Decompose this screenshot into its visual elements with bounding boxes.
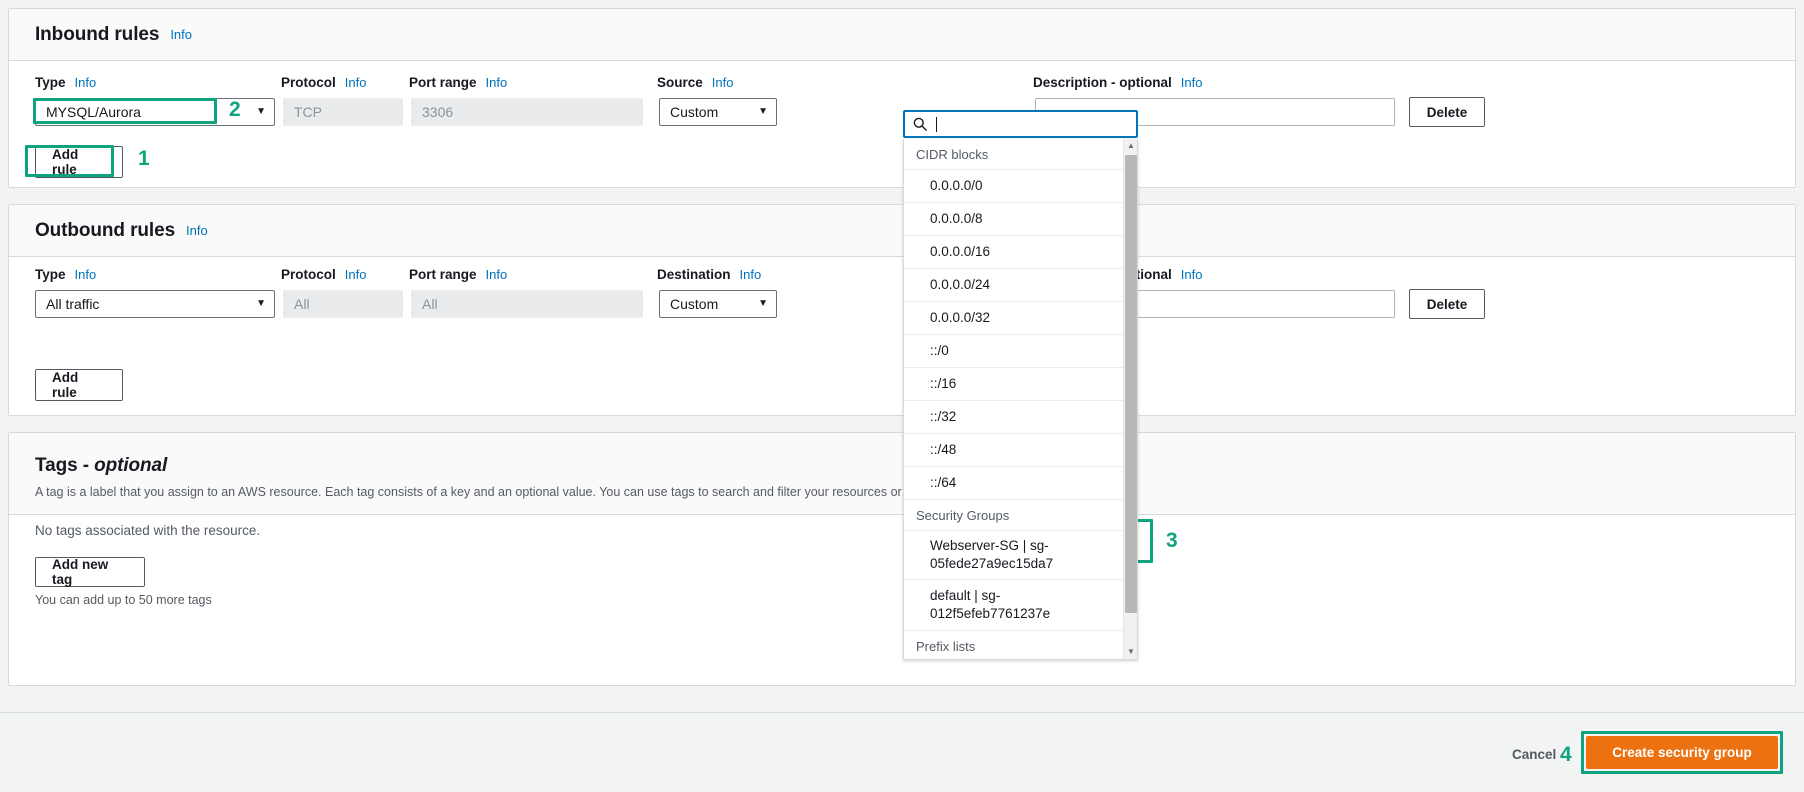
outbound-type-label: Type Info: [35, 267, 97, 282]
chevron-down-icon: ▼: [758, 298, 768, 309]
inbound-source-label: Source Info: [657, 75, 734, 90]
option-item[interactable]: 0.0.0.0/0: [904, 170, 1125, 203]
outbound-delete-button[interactable]: Delete: [1409, 289, 1485, 319]
source-search-input[interactable]: [937, 115, 1128, 133]
chevron-down-icon: ▼: [256, 106, 266, 117]
option-group-cidr-blocks: CIDR blocks: [904, 139, 1125, 170]
tags-empty-text: No tags associated with the resource.: [35, 523, 261, 538]
inbound-description-label: Description - optional Info: [1033, 75, 1203, 90]
outbound-type-select[interactable]: All traffic ▼: [35, 290, 275, 318]
outbound-protocol-value: All: [294, 296, 310, 312]
inbound-protocol-label: Protocol Info: [281, 75, 367, 90]
option-item-default-sg[interactable]: default | sg-012f5efeb7761237e: [904, 580, 1125, 631]
option-item-webserver-sg[interactable]: Webserver-SG | sg-05fede27a9ec15da7: [904, 531, 1125, 580]
option-item[interactable]: ::/32: [904, 401, 1125, 434]
tags-title-row: Tags - optional: [35, 455, 1769, 477]
step-number-3: 3: [1166, 529, 1178, 552]
outbound-port-label: Port range Info: [409, 267, 508, 282]
inbound-port-info-link[interactable]: Info: [486, 75, 508, 90]
option-item[interactable]: 0.0.0.0/16: [904, 236, 1125, 269]
inbound-port-value: 3306: [422, 104, 454, 120]
security-group-form-page: Inbound rules Info Type Info Protocol In…: [0, 0, 1804, 792]
create-security-group-button[interactable]: Create security group: [1586, 736, 1778, 769]
dropdown-scrollbar[interactable]: ▲ ▼: [1123, 139, 1137, 659]
outbound-port-value: All: [422, 296, 438, 312]
chevron-down-icon: ▼: [256, 298, 266, 309]
inbound-add-rule-button[interactable]: Add rule: [35, 146, 123, 178]
cancel-button[interactable]: Cancel: [1512, 747, 1556, 762]
outbound-protocol-field: All: [283, 290, 403, 318]
step-number-1: 1: [138, 147, 150, 170]
outbound-port-info-link[interactable]: Info: [486, 267, 508, 282]
scroll-down-arrow[interactable]: ▼: [1124, 645, 1137, 659]
source-search-box[interactable]: [903, 110, 1138, 138]
inbound-protocol-info-link[interactable]: Info: [345, 75, 367, 90]
inbound-protocol-field: TCP: [283, 98, 403, 126]
source-options-scrollpane: CIDR blocks 0.0.0.0/0 0.0.0.0/8 0.0.0.0/…: [904, 139, 1125, 659]
tags-header: Tags - optional A tag is a label that yo…: [9, 433, 1795, 515]
source-options-list: CIDR blocks 0.0.0.0/0 0.0.0.0/8 0.0.0.0/…: [903, 139, 1138, 660]
inbound-rules-title: Inbound rules: [35, 23, 160, 45]
outbound-description-info-link[interactable]: Info: [1181, 267, 1203, 282]
outbound-type-info-link[interactable]: Info: [75, 267, 97, 282]
inbound-source-mode-value: Custom: [670, 104, 719, 120]
option-item[interactable]: ::/0: [904, 335, 1125, 368]
scrollbar-thumb[interactable]: [1125, 155, 1137, 613]
option-item[interactable]: ::/64: [904, 467, 1125, 500]
tags-card: Tags - optional A tag is a label that yo…: [8, 432, 1796, 686]
inbound-port-field: 3306: [411, 98, 643, 126]
outbound-port-field: All: [411, 290, 643, 318]
option-item[interactable]: 0.0.0.0/32: [904, 302, 1125, 335]
outbound-rules-info-link[interactable]: Info: [186, 223, 208, 238]
inbound-protocol-value: TCP: [294, 104, 322, 120]
step-number-4: 4: [1560, 743, 1572, 766]
inbound-type-value: MYSQL/Aurora: [46, 104, 141, 120]
option-item[interactable]: ::/48: [904, 434, 1125, 467]
option-group-prefix-lists: Prefix lists: [904, 631, 1125, 659]
option-item[interactable]: 0.0.0.0/8: [904, 203, 1125, 236]
outbound-rules-header: Outbound rules Info: [9, 205, 1795, 257]
inbound-rules-header: Inbound rules Info: [9, 9, 1795, 61]
inbound-rules-card: Inbound rules Info Type Info Protocol In…: [8, 8, 1796, 188]
option-item[interactable]: 0.0.0.0/24: [904, 269, 1125, 302]
option-item[interactable]: ::/16: [904, 368, 1125, 401]
inbound-source-mode-select[interactable]: Custom ▼: [659, 98, 777, 126]
outbound-destination-mode-select[interactable]: Custom ▼: [659, 290, 777, 318]
outbound-destination-info-link[interactable]: Info: [740, 267, 762, 282]
footer-divider: [0, 712, 1804, 713]
add-new-tag-button[interactable]: Add new tag: [35, 557, 145, 587]
outbound-add-rule-button[interactable]: Add rule: [35, 369, 123, 401]
tags-limit-text: You can add up to 50 more tags: [35, 593, 212, 607]
search-icon: [913, 117, 927, 131]
outbound-rules-card: Outbound rules Info Type Info Protocol I…: [8, 204, 1796, 416]
outbound-type-value: All traffic: [46, 296, 100, 312]
scroll-up-arrow[interactable]: ▲: [1124, 139, 1137, 153]
inbound-type-info-link[interactable]: Info: [75, 75, 97, 90]
inbound-description-info-link[interactable]: Info: [1181, 75, 1203, 90]
outbound-protocol-label: Protocol Info: [281, 267, 367, 282]
outbound-destination-mode-value: Custom: [670, 296, 719, 312]
outbound-destination-label: Destination Info: [657, 267, 762, 282]
inbound-delete-button[interactable]: Delete: [1409, 97, 1485, 127]
option-group-security-groups: Security Groups: [904, 500, 1125, 531]
step-number-2: 2: [229, 98, 241, 121]
outbound-protocol-info-link[interactable]: Info: [345, 267, 367, 282]
chevron-down-icon: ▼: [758, 106, 768, 117]
inbound-type-label: Type Info: [35, 75, 97, 90]
tags-title: Tags - optional: [35, 455, 168, 476]
inbound-source-info-link[interactable]: Info: [712, 75, 734, 90]
inbound-port-label: Port range Info: [409, 75, 508, 90]
inbound-rules-info-link[interactable]: Info: [170, 27, 192, 42]
tags-description: A tag is a label that you assign to an A…: [35, 485, 1027, 499]
outbound-rules-title: Outbound rules: [35, 219, 176, 241]
